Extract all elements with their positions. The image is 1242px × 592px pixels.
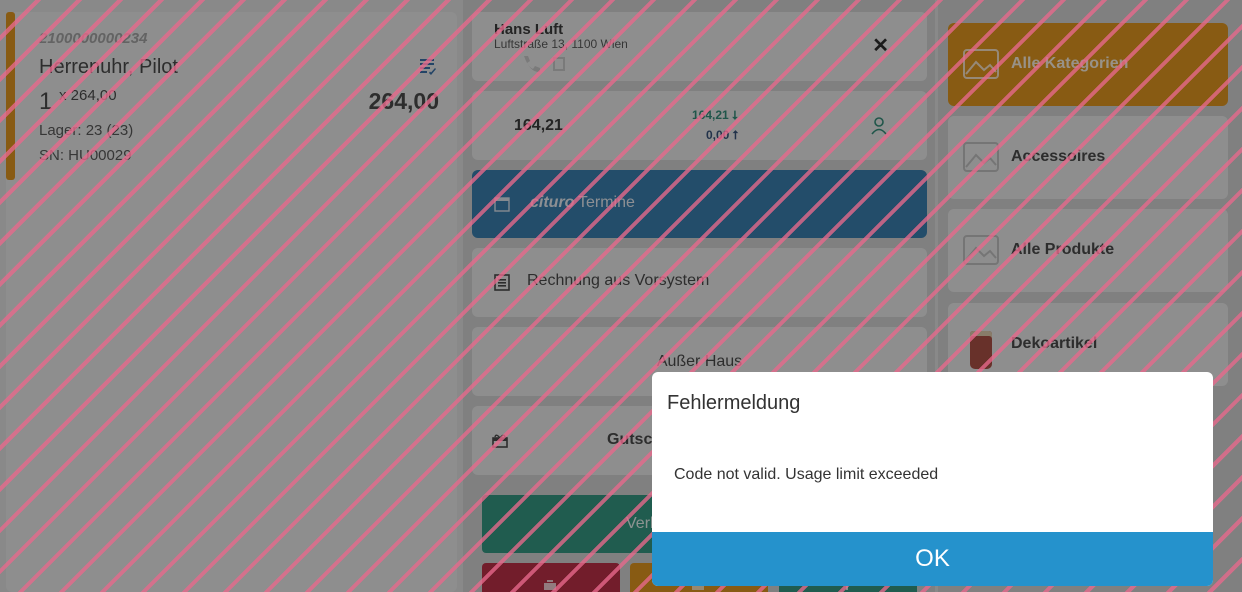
pos-app: 2100000000234 Herrenuhr, Pilot 1 x 264,0… — [0, 0, 1242, 592]
dialog-message: Code not valid. Usage limit exceeded — [674, 466, 939, 483]
ok-button[interactable]: OK — [652, 532, 1213, 586]
error-dialog: Fehlermeldung Code not valid. Usage limi… — [652, 372, 1213, 586]
dialog-title: Fehlermeldung — [667, 392, 801, 414]
